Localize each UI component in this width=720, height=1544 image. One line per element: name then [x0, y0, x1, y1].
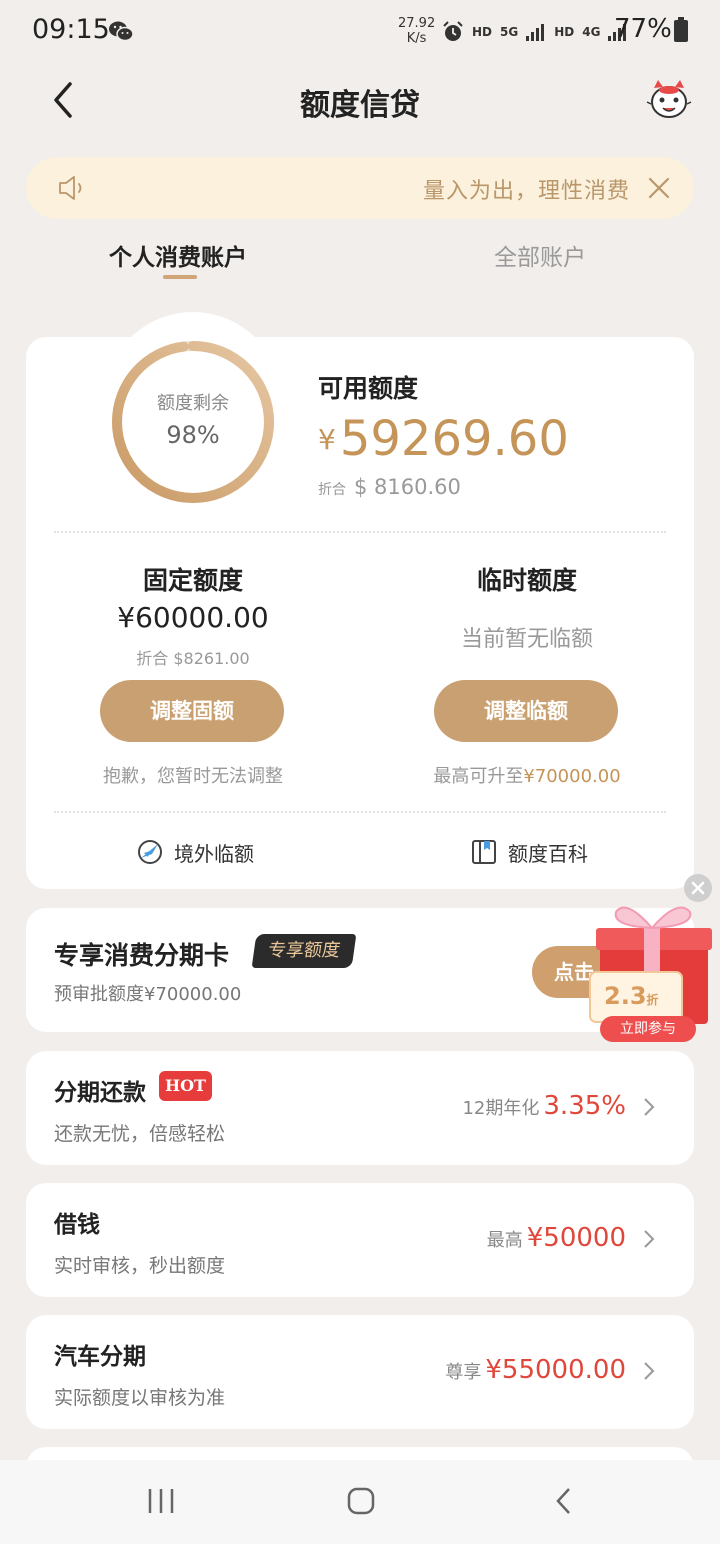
- row-max-amount: 最高 ¥50000: [486, 1223, 626, 1253]
- status-time: 09:15: [32, 14, 110, 45]
- gift-close-button[interactable]: [684, 874, 712, 902]
- network-speed: 27.92 K/s: [398, 16, 436, 46]
- quota-encyclopedia-link[interactable]: 额度百科: [470, 834, 588, 870]
- temp-quota-none: 当前暂无临额: [460, 627, 593, 652]
- promo-subtitle: 预审批额度¥70000.00: [54, 984, 242, 1005]
- currency-symbol: ¥: [318, 423, 336, 456]
- link-label: 额度百科: [508, 841, 588, 866]
- close-icon: [691, 881, 705, 895]
- available-converted: 折合 $ 8160.60: [318, 475, 461, 499]
- list-item-installment-repayment[interactable]: 分期还款 HOT 还款无忧，倍感轻松 12期年化 3.35%: [26, 1051, 694, 1165]
- home-icon[interactable]: [346, 1486, 376, 1516]
- notice-text: 量入为出，理性消费: [422, 179, 630, 204]
- temp-quota-title: 临时额度: [476, 566, 577, 595]
- tab-active-indicator: [163, 275, 197, 279]
- hd-indicator-2: HD: [554, 25, 575, 39]
- row-subtitle: 实时审核，秒出额度: [54, 1255, 226, 1277]
- overseas-temp-quota-link[interactable]: 境外临额: [136, 834, 254, 870]
- row-title: 分期还款: [54, 1080, 146, 1106]
- nav-bar: 额度信贷: [0, 62, 720, 138]
- list-item-car-installment[interactable]: 汽车分期 实际额度以审核为准 尊享 ¥55000.00: [26, 1315, 694, 1429]
- fixed-quota-title: 固定额度: [142, 566, 243, 595]
- mascot-icon[interactable]: [646, 78, 692, 122]
- adjust-fixed-button[interactable]: 调整固额: [100, 680, 284, 742]
- row-subtitle: 还款无忧，倍感轻松: [54, 1123, 226, 1145]
- network-type: 5G: [500, 25, 519, 39]
- tab-all-accounts[interactable]: 全部账户: [494, 238, 586, 272]
- close-icon[interactable]: [646, 175, 672, 201]
- account-tabs: 个人消费账户 全部账户: [0, 232, 720, 292]
- row-amount: 尊享 ¥55000.00: [445, 1355, 626, 1385]
- hot-badge: HOT: [159, 1071, 212, 1101]
- fixed-quota-note: 抱歉，您暂时无法调整: [103, 766, 283, 787]
- promo-title: 专享消费分期卡: [54, 941, 230, 970]
- adjust-temp-button[interactable]: 调整临额: [434, 680, 618, 742]
- chevron-right-icon: [644, 1230, 655, 1248]
- available-amount: ¥59269.60: [318, 411, 569, 467]
- fixed-quota-amount: ¥60000.00: [117, 601, 269, 634]
- recent-apps-icon[interactable]: [146, 1486, 176, 1516]
- plane-icon: [138, 840, 162, 864]
- ring-value: 98%: [166, 421, 220, 449]
- chevron-right-icon: [644, 1362, 655, 1380]
- join-now-button[interactable]: 立即参与: [600, 1016, 696, 1042]
- signal-icon: [526, 24, 545, 41]
- system-nav-bar: [0, 1460, 720, 1544]
- row-rate: 12期年化 3.35%: [462, 1091, 626, 1121]
- system-back-icon[interactable]: [550, 1486, 580, 1516]
- temp-quota-note: 最高可升至¥70000.00: [433, 766, 621, 787]
- row-title: 汽车分期: [54, 1344, 146, 1370]
- ring-label: 额度剩余: [157, 393, 229, 414]
- page-title: 额度信贷: [300, 88, 420, 123]
- list-item-borrow[interactable]: 借钱 实时审核，秒出额度 最高 ¥50000: [26, 1183, 694, 1297]
- available-number: 59269.60: [339, 411, 569, 467]
- chevron-right-icon: [644, 1098, 655, 1116]
- status-icons: HD 5G HD 4G: [442, 18, 628, 46]
- book-icon: [472, 840, 496, 864]
- fixed-quota-converted: 折合 $8261.00: [136, 649, 250, 668]
- row-subtitle: 实际额度以审核为准: [54, 1387, 226, 1409]
- quota-card: 额度剩余 98% 可用额度 ¥59269.60 折合 $ 8160.60 固定额度…: [26, 337, 694, 889]
- status-bar: 09:15 27.92 K/s HD 5G HD 4G 77%: [0, 0, 720, 62]
- hd-indicator: HD: [472, 25, 493, 39]
- network-type-2: 4G: [582, 25, 601, 39]
- tab-personal-account[interactable]: 个人消费账户: [109, 238, 247, 272]
- speaker-icon: [59, 176, 82, 200]
- divider: [54, 811, 666, 813]
- link-label: 境外临额: [174, 841, 254, 866]
- battery-icon: [674, 17, 688, 42]
- gift-discount: 2.3折: [604, 982, 659, 1010]
- promo-badge: 专享额度: [251, 934, 357, 968]
- battery-level: 77%: [614, 14, 672, 44]
- alarm-icon: [443, 21, 463, 41]
- notice-bar: 量入为出，理性消费: [26, 157, 694, 219]
- divider: [54, 531, 666, 533]
- available-label: 可用额度: [318, 374, 419, 403]
- row-title: 借钱: [54, 1212, 100, 1238]
- wechat-icon: [109, 21, 134, 42]
